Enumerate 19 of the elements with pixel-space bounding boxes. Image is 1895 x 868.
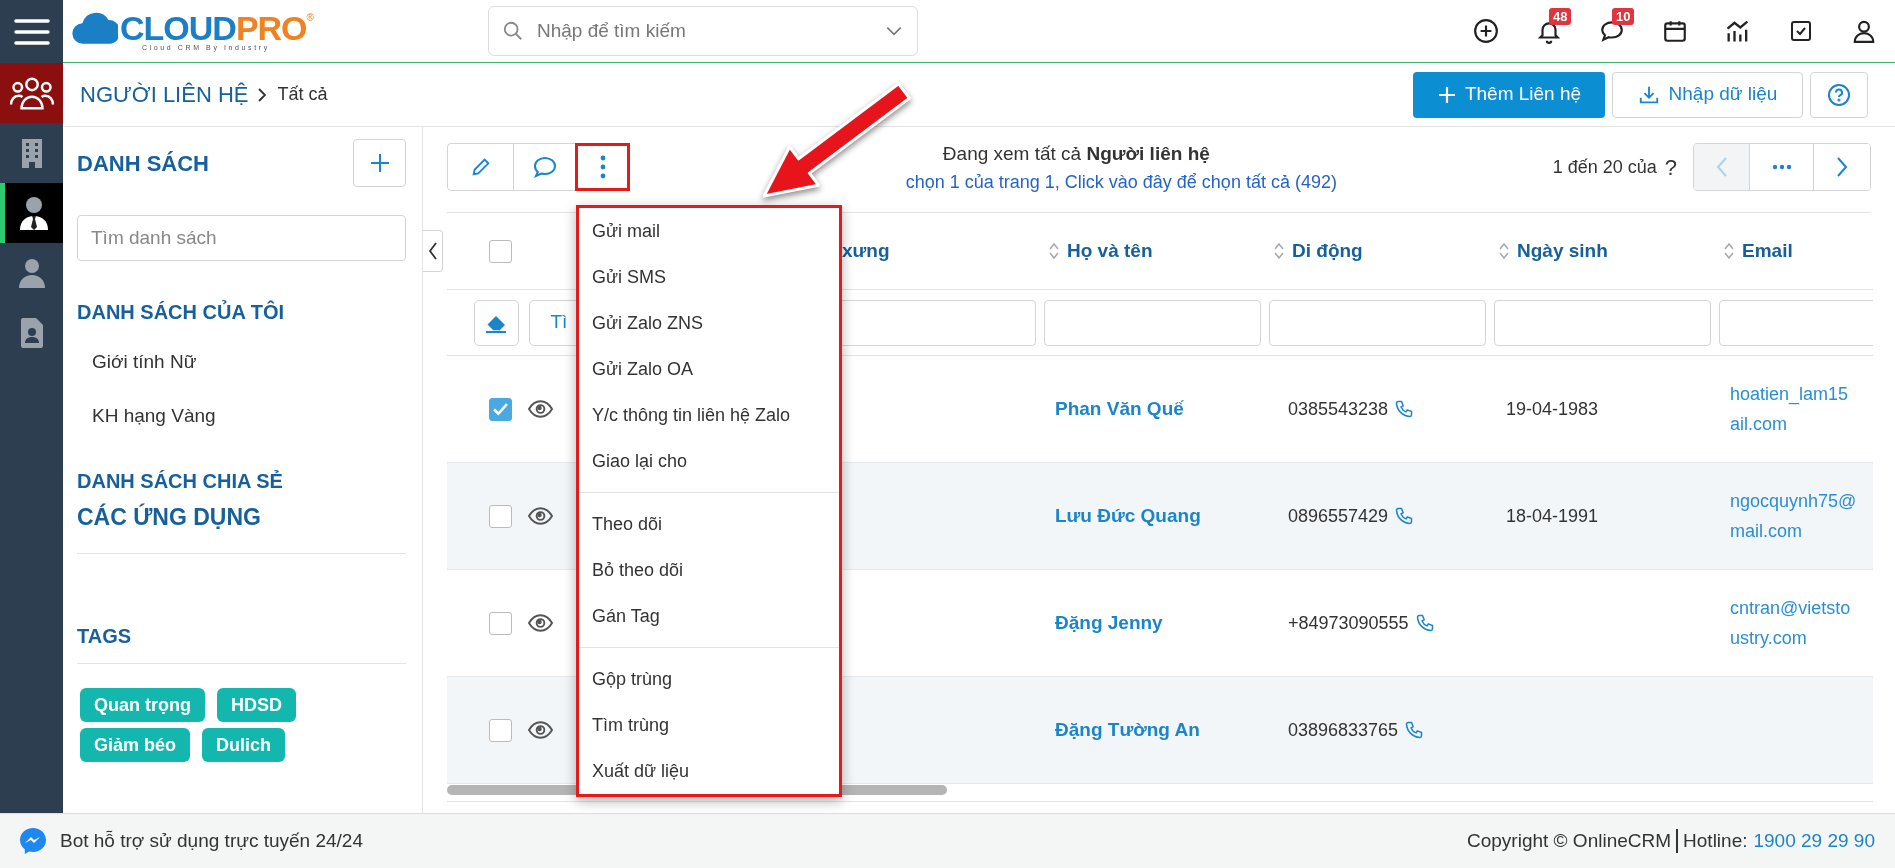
section-heading: DANH SÁCH CHIA SẺ [77,469,284,494]
view-summary: Đang xem tất cả Người liên hệ [942,142,1210,166]
table-cell: 18-04-1991 [1506,505,1599,526]
section-heading: TAGS [77,624,133,649]
copyright-text: Copyright © OnlineCRM [1467,828,1672,853]
total-count: ? [1664,153,1677,182]
breadcrumb-current: Tất cả [277,83,328,106]
page-range: 1 đến 20 của [1552,155,1657,179]
notification-badge: 48 [1549,7,1572,25]
section-heading: DANH SÁCH CỦA TÔI [77,299,286,325]
table-cell-text: 0896557429 [1288,504,1389,528]
section-heading: CÁC ỨNG DỤNG [77,502,262,532]
notification-badge: 10 [1612,7,1635,25]
table-cell: 19-04-1983 [1506,398,1599,419]
table-cell-text: 0385543238 [1288,397,1389,421]
panel-title: DANH SÁCH [77,149,209,178]
table-cell-text: 03896833765 [1288,718,1399,742]
table-cell-text: +84973090555 [1288,611,1409,635]
hotline-label: Hotline: [1683,828,1748,853]
